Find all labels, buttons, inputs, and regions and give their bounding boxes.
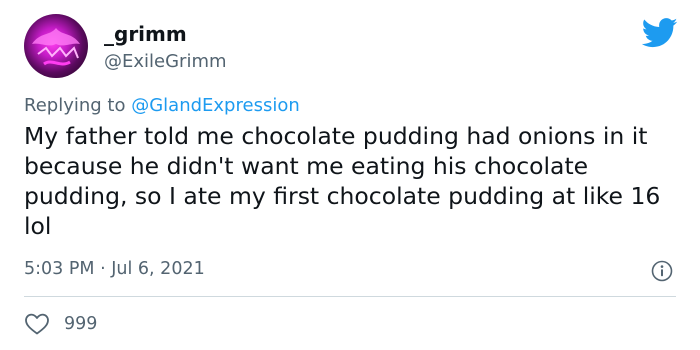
- tweet-text: My father told me chocolate pudding had …: [24, 122, 661, 240]
- avatar[interactable]: [24, 14, 88, 78]
- like-count: 999: [64, 314, 98, 334]
- timestamp-separator: ·: [100, 259, 106, 279]
- tweet-date[interactable]: Jul 6, 2021: [111, 259, 204, 279]
- heart-icon[interactable]: [24, 312, 50, 336]
- like-button[interactable]: 999: [24, 312, 97, 336]
- tweet-timestamp[interactable]: 5:03 PM · Jul 6, 2021: [24, 259, 205, 279]
- display-name[interactable]: _grimm: [104, 22, 187, 46]
- replying-to: Replying to @GlandExpression: [24, 95, 300, 116]
- replying-to-label: Replying to: [24, 95, 126, 116]
- info-icon[interactable]: [651, 260, 673, 282]
- user-handle[interactable]: @ExileGrimm: [104, 51, 227, 72]
- reply-mention-link[interactable]: @GlandExpression: [131, 95, 300, 116]
- divider: [24, 296, 676, 297]
- avatar-graphic: [32, 28, 80, 66]
- twitter-bird-icon[interactable]: [642, 18, 678, 48]
- tweet-time[interactable]: 5:03 PM: [24, 259, 95, 279]
